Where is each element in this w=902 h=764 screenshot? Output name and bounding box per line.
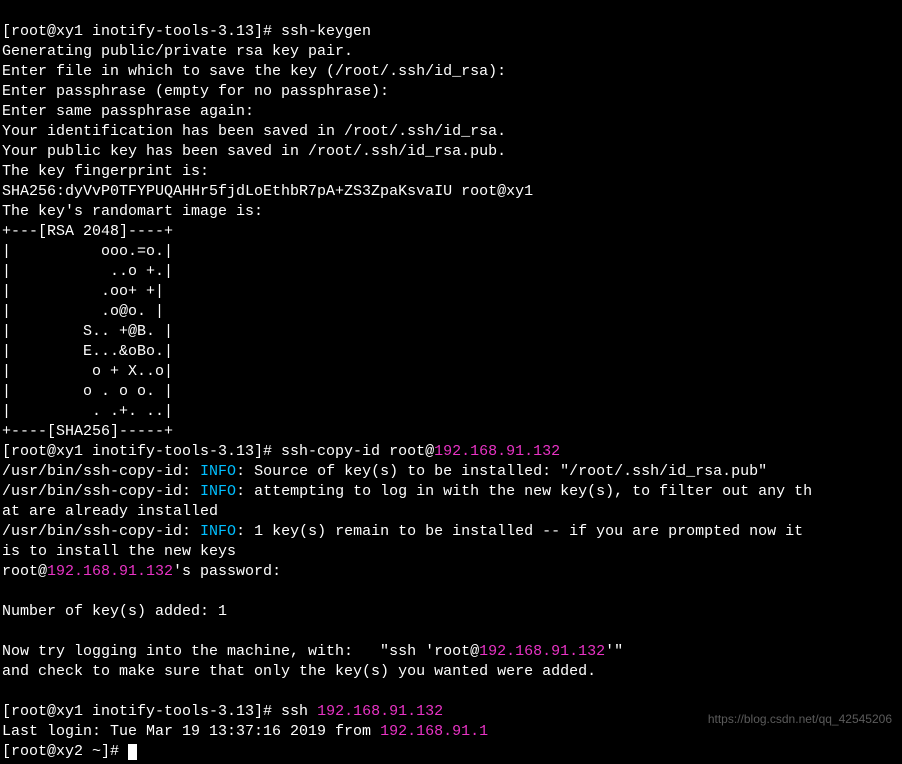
prompt-2: [root@xy1 inotify-tools-3.13]# (2, 443, 281, 460)
out-line: Now try logging into the machine, with: … (2, 643, 623, 660)
randomart-line: +---[RSA 2048]----+ (2, 223, 173, 240)
info-label: INFO (200, 483, 236, 500)
randomart-line: | ..o +.| (2, 263, 173, 280)
randomart-line: | .oo+ +| (2, 283, 164, 300)
randomart-line: | .o@o. | (2, 303, 164, 320)
out-line: Enter passphrase (empty for no passphras… (2, 83, 389, 100)
out-line: Last login: Tue Mar 19 13:37:16 2019 fro… (2, 723, 488, 740)
ip-address: 192.168.91.1 (380, 723, 488, 740)
command-ssh: ssh 192.168.91.132 (281, 703, 443, 720)
out-line: Generating public/private rsa key pair. (2, 43, 353, 60)
out-line: /usr/bin/ssh-copy-id: INFO: attempting t… (2, 483, 812, 500)
out-line: Number of key(s) added: 1 (2, 603, 227, 620)
out-line: root@192.168.91.132's password: (2, 563, 281, 580)
out-line: at are already installed (2, 503, 218, 520)
out-line: Your identification has been saved in /r… (2, 123, 506, 140)
prompt-4: [root@xy2 ~]# (2, 743, 128, 760)
command-ssh-copy-id: ssh-copy-id root@192.168.91.132 (281, 443, 560, 460)
prompt-1: [root@xy1 inotify-tools-3.13]# (2, 23, 281, 40)
ip-address: 192.168.91.132 (479, 643, 605, 660)
out-line: /usr/bin/ssh-copy-id: INFO: Source of ke… (2, 463, 767, 480)
prompt-3: [root@xy1 inotify-tools-3.13]# (2, 703, 281, 720)
ip-address: 192.168.91.132 (47, 563, 173, 580)
command-ssh-keygen: ssh-keygen (281, 23, 371, 40)
out-line: Enter file in which to save the key (/ro… (2, 63, 506, 80)
randomart-line: | ooo.=o.| (2, 243, 173, 260)
randomart-line: +----[SHA256]-----+ (2, 423, 173, 440)
ip-address: 192.168.91.132 (317, 703, 443, 720)
randomart-line: | o . o o. | (2, 383, 173, 400)
out-line: is to install the new keys (2, 543, 236, 560)
out-line: Enter same passphrase again: (2, 103, 254, 120)
randomart-line: | S.. +@B. | (2, 323, 173, 340)
info-label: INFO (200, 523, 236, 540)
out-line: Your public key has been saved in /root/… (2, 143, 506, 160)
cursor-icon (128, 744, 137, 760)
out-line: and check to make sure that only the key… (2, 663, 596, 680)
watermark-text: https://blog.csdn.net/qq_42545206 (708, 709, 892, 729)
out-line: SHA256:dyVvP0TFYPUQAHHr5fjdLoEthbR7pA+ZS… (2, 183, 533, 200)
terminal-output[interactable]: [root@xy1 inotify-tools-3.13]# ssh-keyge… (0, 0, 902, 764)
info-label: INFO (200, 463, 236, 480)
randomart-line: | E...&oBo.| (2, 343, 173, 360)
randomart-line: | . .+. ..| (2, 403, 173, 420)
out-line: /usr/bin/ssh-copy-id: INFO: 1 key(s) rem… (2, 523, 812, 540)
randomart-line: | o + X..o| (2, 363, 173, 380)
out-line: The key fingerprint is: (2, 163, 209, 180)
out-line: The key's randomart image is: (2, 203, 263, 220)
ip-address: 192.168.91.132 (434, 443, 560, 460)
